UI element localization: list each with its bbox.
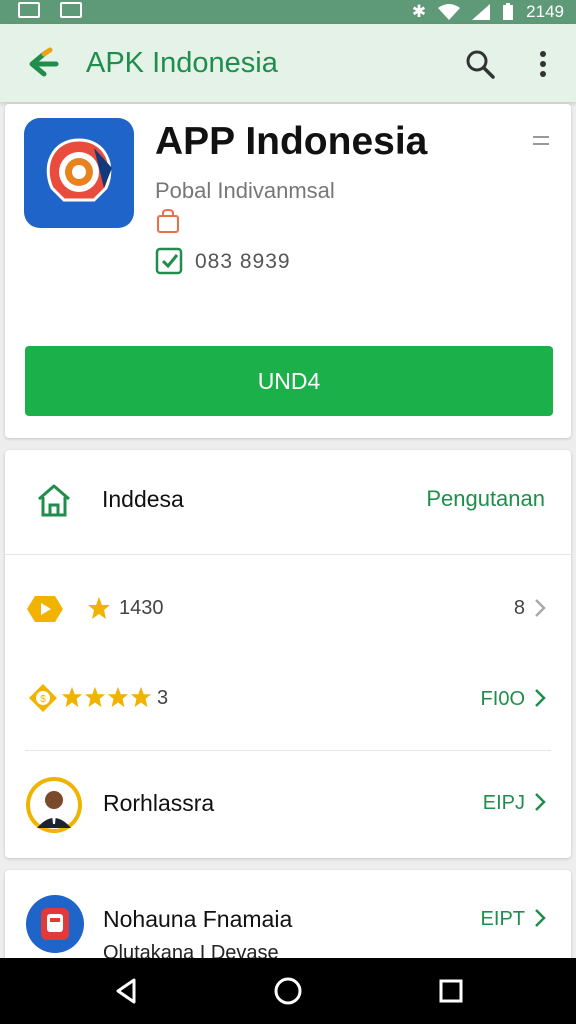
status-time: 2149 xyxy=(526,2,564,21)
system-nav-bar xyxy=(0,958,576,1024)
back-arrow-icon[interactable] xyxy=(20,44,60,84)
status-left-icons xyxy=(18,2,82,18)
category-label: Inddesa xyxy=(102,486,184,512)
developer-link[interactable]: EIPJ xyxy=(483,792,525,815)
app-icon xyxy=(24,118,134,228)
developer-row[interactable]: Rorhlassra EIPJ xyxy=(5,760,571,850)
wifi-icon xyxy=(438,4,461,20)
home-circle-icon[interactable] xyxy=(273,976,303,1006)
coin-badge-icon: $ xyxy=(29,684,57,712)
star-icon xyxy=(107,686,129,708)
category-link[interactable]: Pengutanan xyxy=(426,486,545,512)
rating-row[interactable]: 1430 8 xyxy=(5,568,571,648)
app-name: APP Indonesia xyxy=(155,120,428,163)
home-icon xyxy=(38,484,70,517)
app-bar: APK Indonesia xyxy=(0,24,576,102)
app-publisher: Pobal Indivanmsal xyxy=(155,178,335,203)
install-button[interactable]: UND4 xyxy=(25,346,553,416)
app-detail-card: APP Indonesia Pobal Indivanmsal 083 8939… xyxy=(5,104,571,438)
rating-value: 1430 xyxy=(119,597,164,619)
related-app-name: Nohauna Fnamaia xyxy=(103,906,293,932)
app-bar-title: APK Indonesia xyxy=(86,47,278,79)
stars-value: 3 xyxy=(157,687,169,709)
category-row[interactable]: Inddesa Pengutanan xyxy=(5,450,571,554)
divider xyxy=(25,750,551,751)
shopping-bag-icon xyxy=(157,208,179,233)
chevron-right-icon xyxy=(535,599,546,617)
status-bar: ✱ 2149 xyxy=(0,0,576,24)
related-app-card[interactable]: Nohauna Fnamaia Olutakana I Devase EIPT xyxy=(5,870,571,970)
app-size: 083 8939 xyxy=(195,250,291,273)
star-icon xyxy=(130,686,152,708)
back-triangle-icon[interactable] xyxy=(112,976,142,1006)
mail-notification-icon xyxy=(60,2,82,18)
svg-text:$: $ xyxy=(40,694,46,705)
info-list-card: Inddesa Pengutanan 1430 8 $ 3 FI0O Rorhl… xyxy=(5,450,571,858)
stars-row[interactable]: $ 3 FI0O xyxy=(5,658,571,738)
download-check-icon xyxy=(155,247,183,275)
chevron-right-icon xyxy=(535,793,546,811)
developer-label: Rorhlassra xyxy=(103,790,215,816)
bluetooth-icon: ✱ xyxy=(411,2,427,21)
recents-square-icon[interactable] xyxy=(436,976,466,1006)
chevron-right-icon xyxy=(535,689,546,707)
related-app-icon xyxy=(26,895,84,953)
star-icon xyxy=(61,686,83,708)
battery-icon xyxy=(503,3,514,20)
signal-icon xyxy=(472,4,491,20)
star-icon xyxy=(88,597,110,619)
related-app-link[interactable]: EIPT xyxy=(481,908,525,931)
avatar xyxy=(26,777,82,833)
divider xyxy=(5,554,571,555)
star-icon xyxy=(84,686,106,708)
image-notification-icon xyxy=(18,2,40,18)
app-menu-icon[interactable] xyxy=(533,134,549,148)
star-rating-icons xyxy=(61,686,152,708)
search-icon[interactable] xyxy=(464,48,496,80)
more-options-icon[interactable] xyxy=(530,48,556,80)
status-right: ✱ 2149 xyxy=(412,2,564,22)
rating-count: 8 xyxy=(513,597,525,619)
play-badge-icon xyxy=(27,596,63,622)
stars-link[interactable]: FI0O xyxy=(481,688,525,711)
chevron-right-icon xyxy=(535,909,546,927)
